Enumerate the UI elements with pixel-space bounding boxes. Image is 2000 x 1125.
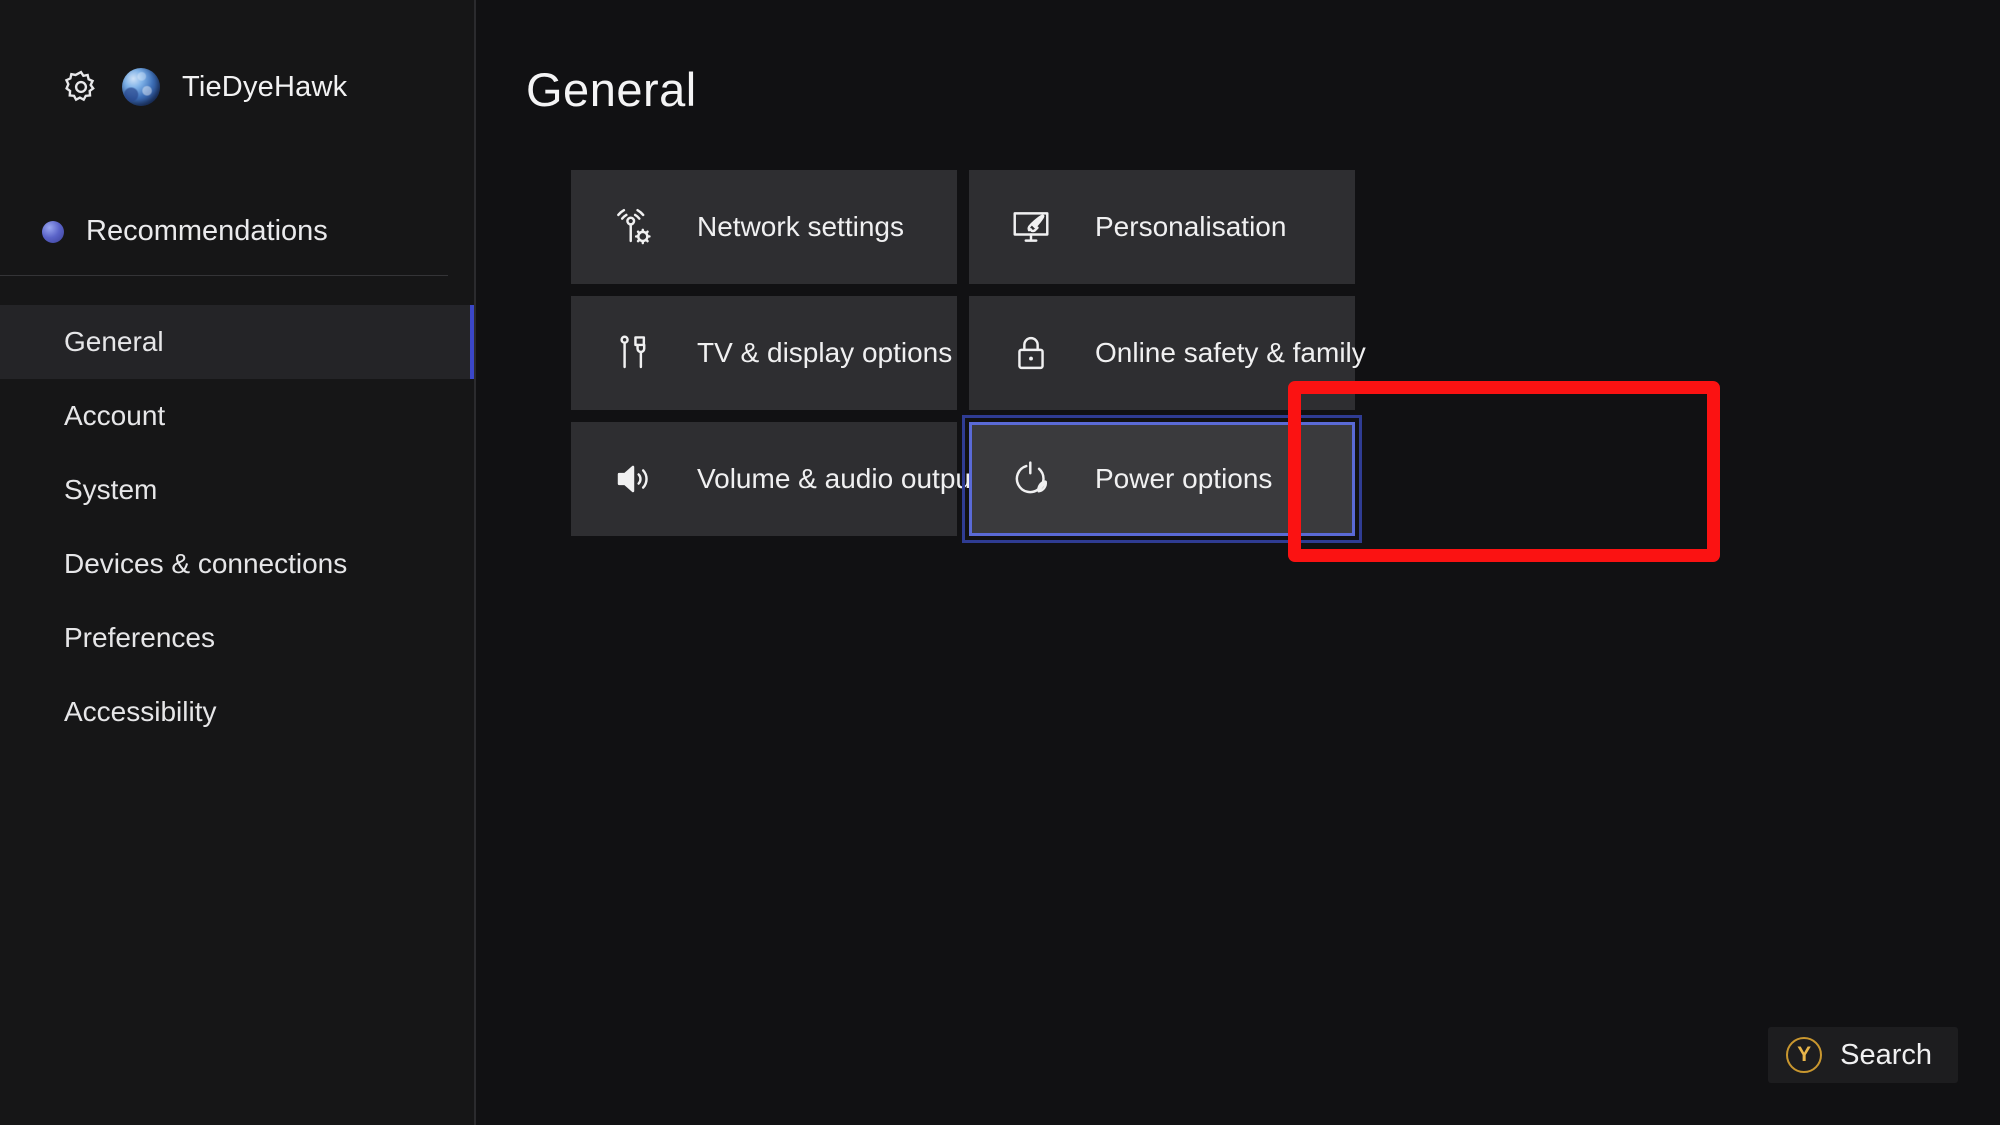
sidebar-item-label: Recommendations: [86, 215, 328, 247]
search-button-label: Search: [1840, 1038, 1932, 1071]
tile-label: Network settings: [697, 211, 904, 242]
y-button-icon: Y: [1786, 1037, 1823, 1073]
sidebar-item-label: System: [64, 474, 158, 505]
sidebar-item-accessibility[interactable]: Accessibility: [0, 675, 476, 749]
sidebar: TieDyeHawk Recommendations General Accou…: [0, 0, 476, 1125]
tile-label: Personalisation: [1095, 211, 1287, 242]
tile-tv-display-options[interactable]: TV & display options: [571, 296, 957, 410]
sidebar-item-label: Account: [64, 400, 166, 431]
sidebar-item-label: General: [64, 326, 164, 357]
settings-tile-grid: Network settings Personalisation TV & di…: [571, 170, 1599, 543]
sidebar-nav: General Account System Devices & connect…: [0, 305, 476, 749]
profile-username: TieDyeHawk: [182, 70, 348, 103]
page-title: General: [526, 63, 697, 116]
search-button[interactable]: Y Search: [1768, 1027, 1958, 1083]
recommendations-dot-icon: [42, 220, 64, 243]
profile-row[interactable]: TieDyeHawk: [62, 68, 347, 106]
tile-volume-audio-output[interactable]: Volume & audio output: [571, 422, 979, 536]
sidebar-item-label: Devices & connections: [64, 548, 348, 579]
avatar[interactable]: [122, 68, 160, 106]
lock-icon: [1010, 332, 1052, 374]
sidebar-divider-rule: [0, 275, 448, 276]
tile-label: TV & display options: [697, 337, 953, 368]
sidebar-item-devices-connections[interactable]: Devices & connections: [0, 527, 476, 601]
sidebar-item-system[interactable]: System: [0, 453, 476, 527]
main-content: General Network settings Personalisation…: [476, 0, 2000, 1125]
tile-label: Online safety & family: [1095, 337, 1366, 368]
network-wireless-gear-icon: [612, 206, 654, 248]
tile-network-settings[interactable]: Network settings: [571, 170, 957, 284]
tile-label: Power options: [1095, 463, 1273, 494]
settings-screen: TieDyeHawk Recommendations General Accou…: [0, 0, 2000, 1125]
cable-plug-icon: [612, 332, 654, 374]
tile-label: Volume & audio output: [697, 463, 979, 494]
tile-personalisation[interactable]: Personalisation: [969, 170, 1355, 284]
sidebar-item-account[interactable]: Account: [0, 379, 476, 453]
gear-icon[interactable]: [62, 68, 100, 106]
sidebar-item-general[interactable]: General: [0, 305, 476, 379]
monitor-paintbrush-icon: [1010, 206, 1052, 248]
speaker-volume-icon: [612, 458, 654, 500]
tile-online-safety-family[interactable]: Online safety & family: [969, 296, 1366, 410]
sidebar-item-label: Preferences: [64, 622, 215, 653]
power-leaf-icon: [1010, 458, 1052, 500]
tile-power-options[interactable]: Power options: [962, 415, 1362, 543]
sidebar-item-recommendations[interactable]: Recommendations: [22, 205, 348, 258]
sidebar-item-preferences[interactable]: Preferences: [0, 601, 476, 675]
sidebar-item-label: Accessibility: [64, 696, 217, 727]
